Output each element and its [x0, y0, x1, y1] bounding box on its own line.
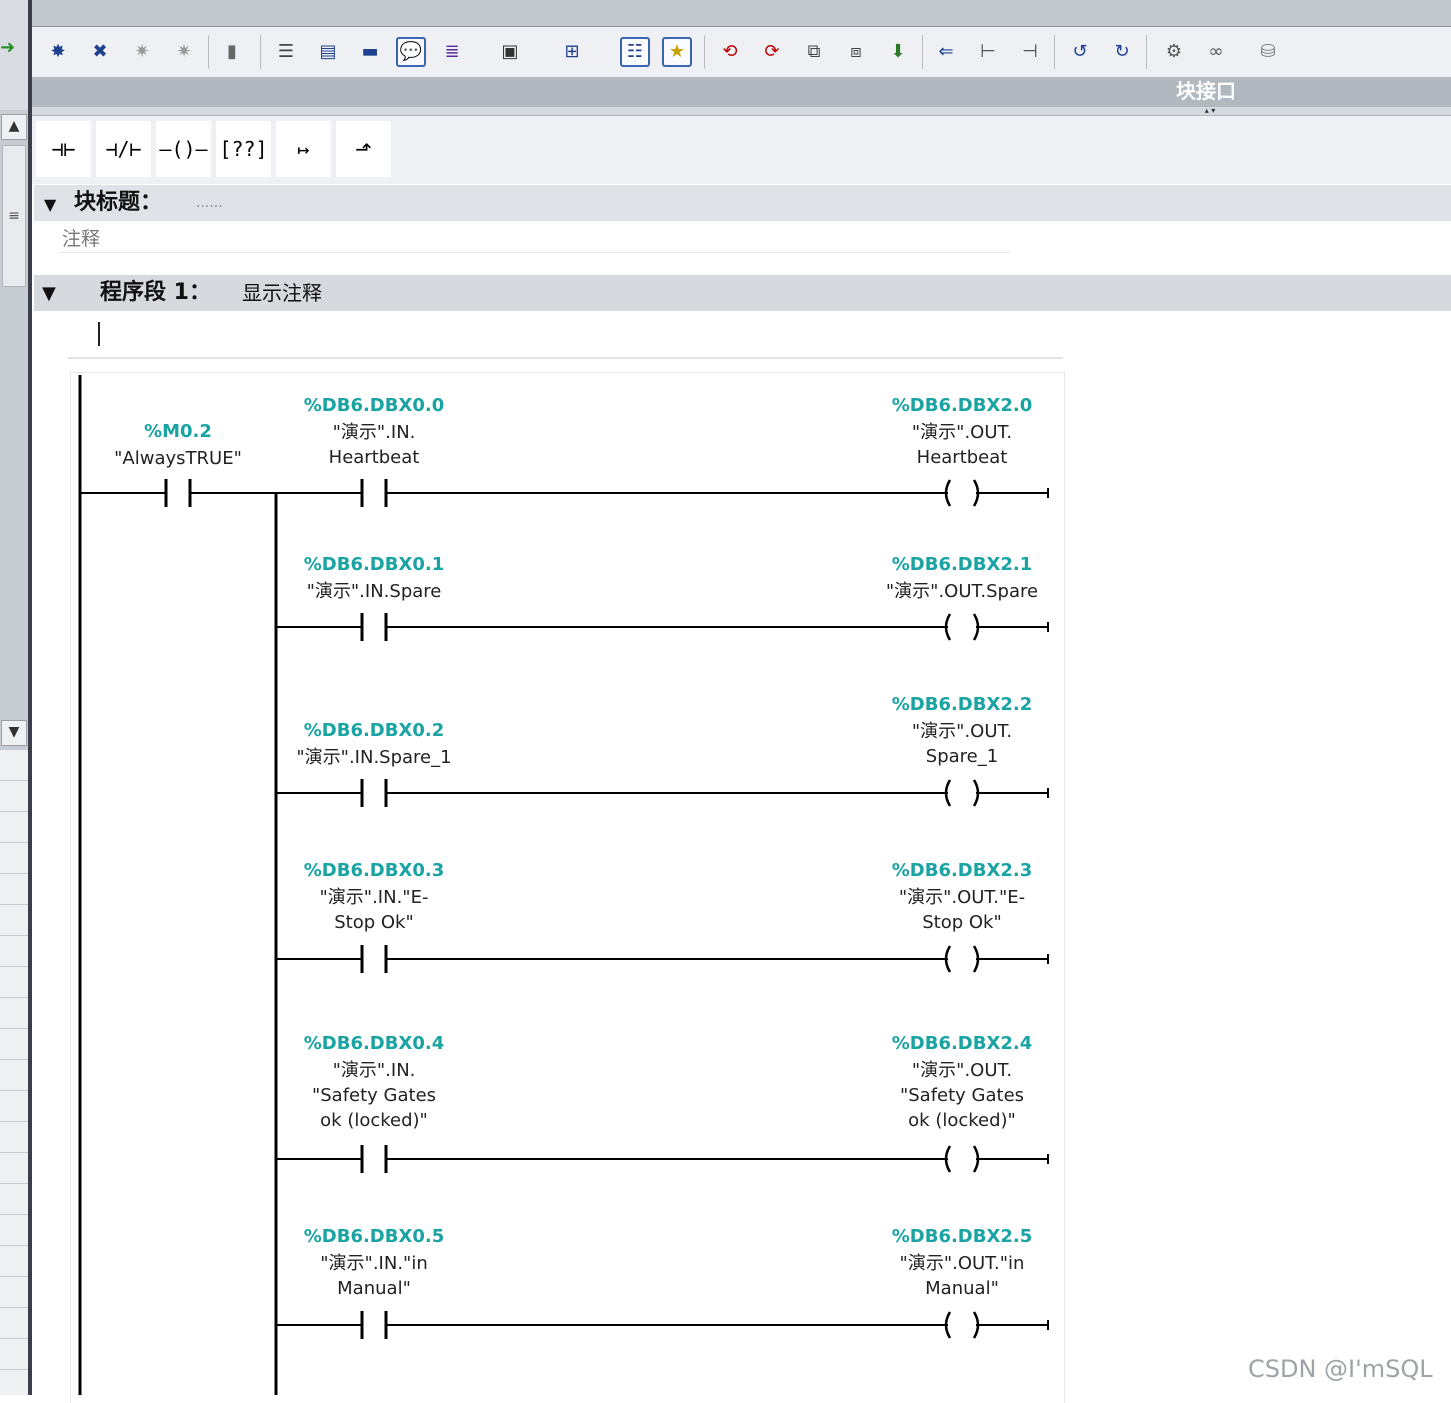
rung-spare-contact-operand[interactable]: "演示".IN.Spare — [264, 579, 484, 604]
first-contact[interactable] — [164, 479, 192, 507]
rung-safety-contact-address[interactable]: %DB6.DBX0.4 — [264, 1032, 484, 1056]
rung-safety-coil-operand[interactable]: "演示".OUT. "Safety Gates ok (locked)" — [852, 1058, 1072, 1133]
rung-heartbeat-coil[interactable] — [944, 479, 980, 507]
rung-spare-coil-address[interactable]: %DB6.DBX2.1 — [852, 553, 1072, 577]
rung-spare1-coil-address[interactable]: %DB6.DBX2.2 — [852, 693, 1072, 717]
rung-spare-coil-operand[interactable]: "演示".OUT.Spare — [852, 579, 1072, 604]
rung-manual-coil-operand[interactable]: "演示".OUT."in Manual" — [852, 1251, 1072, 1301]
watermark: CSDN @I'mSQL — [1248, 1355, 1433, 1383]
rung-estop-contact[interactable] — [360, 945, 388, 973]
rung-spare1-contact[interactable] — [360, 779, 388, 807]
rung-spare1-coil-operand[interactable]: "演示".OUT. Spare_1 — [852, 719, 1072, 769]
first-contact-address[interactable]: %M0.2 — [68, 420, 288, 444]
rung-manual-contact[interactable] — [360, 1311, 388, 1339]
rung-estop-coil[interactable] — [944, 945, 980, 973]
rung-estop-coil-operand[interactable]: "演示".OUT."E- Stop Ok" — [852, 885, 1072, 935]
rung-manual-contact-address[interactable]: %DB6.DBX0.5 — [264, 1225, 484, 1249]
rung-heartbeat-contact-address[interactable]: %DB6.DBX0.0 — [264, 394, 484, 418]
ladder-diagram — [78, 375, 1049, 1395]
rung-estop-coil-address[interactable]: %DB6.DBX2.3 — [852, 859, 1072, 883]
rung-heartbeat-coil-operand[interactable]: "演示".OUT. Heartbeat — [852, 420, 1072, 470]
rung-manual-coil[interactable] — [944, 1311, 980, 1339]
rung-safety-coil-address[interactable]: %DB6.DBX2.4 — [852, 1032, 1072, 1056]
first-contact-operand[interactable]: "AlwaysTRUE" — [68, 446, 288, 471]
rung-spare-contact-address[interactable]: %DB6.DBX0.1 — [264, 553, 484, 577]
rung-spare1-coil[interactable] — [944, 779, 980, 807]
rung-safety-coil[interactable] — [944, 1145, 980, 1173]
rung-safety-contact[interactable] — [360, 1145, 388, 1173]
rung-estop-contact-address[interactable]: %DB6.DBX0.3 — [264, 859, 484, 883]
rung-heartbeat-coil-address[interactable]: %DB6.DBX2.0 — [852, 394, 1072, 418]
rung-safety-contact-operand[interactable]: "演示".IN. "Safety Gates ok (locked)" — [264, 1058, 484, 1133]
rung-spare-coil[interactable] — [944, 613, 980, 641]
rung-manual-coil-address[interactable]: %DB6.DBX2.5 — [852, 1225, 1072, 1249]
rung-heartbeat-contact[interactable] — [360, 479, 388, 507]
rung-manual-contact-operand[interactable]: "演示".IN."in Manual" — [264, 1251, 484, 1301]
rung-spare-contact[interactable] — [360, 613, 388, 641]
rung-spare1-contact-address[interactable]: %DB6.DBX0.2 — [264, 719, 484, 743]
rung-estop-contact-operand[interactable]: "演示".IN."E- Stop Ok" — [264, 885, 484, 935]
rung-heartbeat-contact-operand[interactable]: "演示".IN. Heartbeat — [264, 420, 484, 470]
rung-spare1-contact-operand[interactable]: "演示".IN.Spare_1 — [264, 745, 484, 770]
